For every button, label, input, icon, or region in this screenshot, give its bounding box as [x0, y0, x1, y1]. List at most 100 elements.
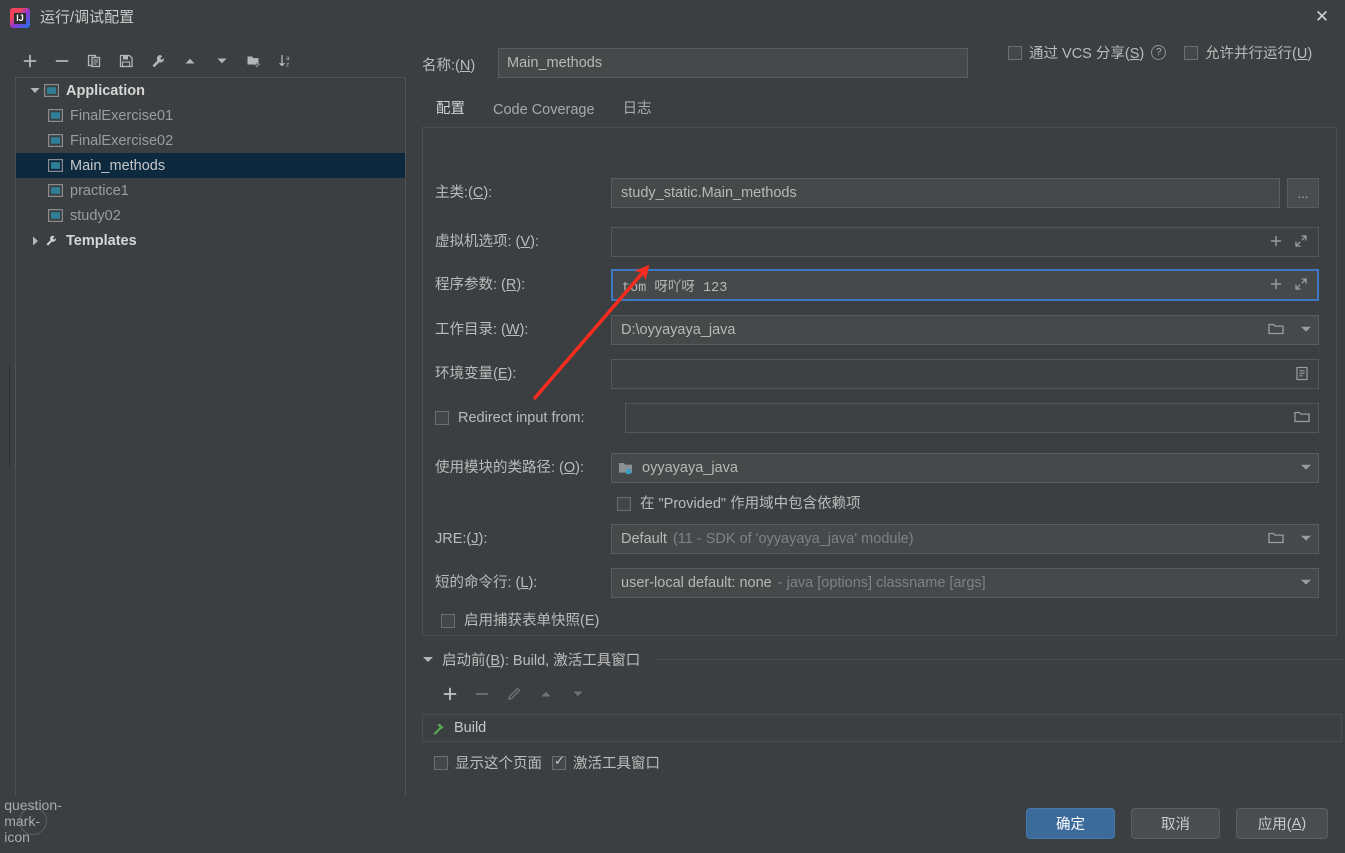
main-class-row: 主类:(C): study_static.Main_methods ... [423, 178, 1338, 208]
allow-parallel-run-checkbox[interactable] [1184, 45, 1198, 60]
program-arguments-row: 程序参数: (R): tom 呀吖呀 123 [423, 269, 1338, 301]
chevron-right-icon[interactable] [26, 236, 44, 246]
move-task-up-button[interactable] [530, 680, 562, 708]
share-vcs-checkbox[interactable] [1008, 45, 1022, 60]
environment-variables-list-edit-icon[interactable] [1287, 359, 1317, 387]
configurations-tree[interactable]: Application FinalExercise01 FinalExercise0… [15, 77, 406, 829]
activate-tool-window-checkbox-row[interactable]: 激活工具窗口 [552, 752, 660, 773]
arrow-down-icon[interactable] [206, 47, 238, 75]
remove-task-button[interactable] [466, 680, 498, 708]
before-launch-task-label: Build [454, 720, 487, 736]
tree-item-label: Templates [66, 232, 137, 249]
activate-tool-window-checkbox[interactable] [552, 754, 566, 770]
before-launch-options: 显示这个页面 激活工具窗口 [422, 752, 1342, 773]
browse-main-class-button[interactable]: ... [1287, 178, 1319, 208]
before-launch-header[interactable]: 启动前(B): Build, 激活工具窗口 [422, 649, 1342, 670]
tab-configuration[interactable]: 配置 [422, 97, 479, 129]
module-classpath-combo[interactable]: oyyayaya_java [611, 453, 1319, 483]
allow-parallel-run-label: 允许并行运行(U) [1205, 46, 1313, 62]
program-arguments-expand-icon[interactable] [1286, 270, 1316, 298]
tree-item-label: Application [66, 82, 145, 99]
close-icon[interactable]: ✕ [1299, 0, 1345, 34]
vm-options-input[interactable] [611, 227, 1319, 257]
redirect-input-folder-icon[interactable] [1287, 403, 1317, 431]
before-launch-title: 启动前(B): Build, 激活工具窗口 [442, 653, 641, 669]
tree-item-finalexercise01[interactable]: FinalExercise01 [16, 103, 405, 128]
tree-item-label: practice1 [70, 182, 129, 199]
remove-configuration-button[interactable] [46, 47, 78, 75]
run-debug-configurations-dialog: IJ 运行/调试配置 ✕ a z Application FinalExerci… [0, 0, 1345, 853]
main-class-label: 主类:(C): [435, 185, 493, 201]
cancel-button[interactable]: 取消 [1131, 808, 1220, 839]
show-page-checkbox-row[interactable]: 显示这个页面 [434, 752, 542, 773]
application-icon [48, 209, 70, 222]
share-vcs-checkbox-row[interactable]: 通过 VCS 分享(S) ? [1008, 42, 1167, 63]
jre-row: JRE:(J): Default (11 - SDK of 'oyyayaya_… [423, 524, 1338, 554]
working-directory-input[interactable]: D:\oyyayaya_java [611, 315, 1319, 345]
shorten-command-line-combo[interactable]: user-local default: none - java [options… [611, 568, 1319, 598]
tree-item-practice1[interactable]: practice1 [16, 178, 405, 203]
tab-logs[interactable]: 日志 [609, 97, 666, 128]
ok-button[interactable]: 确定 [1026, 808, 1115, 839]
include-provided-checkbox[interactable] [617, 497, 631, 511]
tab-code-coverage[interactable]: Code Coverage [479, 102, 609, 128]
application-icon [44, 84, 66, 97]
working-directory-chevron-down-icon[interactable] [1291, 315, 1321, 343]
allow-parallel-run-checkbox-row[interactable]: 允许并行运行(U) [1184, 42, 1312, 63]
before-launch-twisty-icon[interactable] [422, 655, 434, 664]
redirect-input-checkbox[interactable] [435, 411, 449, 425]
jre-combo[interactable]: Default (11 - SDK of 'oyyayaya_java' mod… [611, 524, 1319, 554]
save-icon[interactable] [110, 47, 142, 75]
wrench-icon [44, 234, 66, 247]
arrow-up-icon[interactable] [174, 47, 206, 75]
jre-chevron-down-icon[interactable] [1291, 524, 1321, 552]
program-arguments-input[interactable]: tom 呀吖呀 123 [611, 269, 1319, 301]
edit-task-button[interactable] [498, 680, 530, 708]
working-directory-row: 工作目录: (W): D:\oyyayaya_java [423, 315, 1338, 345]
sort-alpha-icon[interactable]: a z [270, 47, 302, 75]
include-provided-checkbox-row[interactable]: 在 "Provided" 作用域中包含依赖项 [617, 489, 861, 519]
apply-button[interactable]: 应用(A) [1236, 808, 1328, 839]
redirect-input-field[interactable] [625, 403, 1319, 433]
vm-options-expand-icon[interactable] [1286, 227, 1316, 255]
tree-item-study02[interactable]: study02 [16, 203, 405, 228]
before-launch-section: 启动前(B): Build, 激活工具窗口 Build 显示这个页面 ✓ 激活工… [422, 649, 1342, 773]
redirect-input-checkbox-row[interactable]: Redirect input from: [435, 403, 585, 433]
build-hammer-icon [431, 721, 446, 736]
configuration-form: 主类:(C): study_static.Main_methods ... 虚拟… [422, 128, 1337, 636]
wrench-icon[interactable] [142, 47, 174, 75]
shorten-command-line-row: 短的命令行: (L): user-local default: none - j… [423, 568, 1338, 598]
chevron-down-icon[interactable] [26, 87, 44, 94]
tree-item-templates[interactable]: Templates [16, 228, 405, 253]
add-configuration-button[interactable] [14, 47, 46, 75]
name-input[interactable] [498, 48, 968, 78]
show-page-checkbox[interactable] [434, 755, 448, 770]
tree-item-main-methods[interactable]: Main_methods [16, 153, 405, 178]
working-directory-folder-icon[interactable] [1261, 315, 1291, 343]
name-label: 名称:(N) [422, 58, 476, 74]
new-folder-icon[interactable] [238, 47, 270, 75]
capture-form-snapshots-checkbox-row[interactable]: 启用捕获表单快照(E) [441, 606, 599, 636]
shorten-command-line-chevron-down-icon[interactable] [1291, 568, 1321, 596]
editor-tabs: 配置 Code Coverage 日志 [422, 92, 1342, 129]
before-launch-task-list[interactable]: Build [422, 714, 1342, 742]
capture-form-snapshots-row[interactable]: 启用捕获表单快照(E) [423, 606, 1338, 630]
environment-variables-input[interactable] [611, 359, 1319, 389]
capture-form-snapshots-checkbox[interactable] [441, 614, 455, 628]
main-class-input[interactable]: study_static.Main_methods [611, 178, 1280, 208]
copy-icon[interactable] [78, 47, 110, 75]
tree-item-label: FinalExercise02 [70, 132, 174, 149]
tree-item-label: study02 [70, 207, 121, 224]
jre-folder-icon[interactable] [1261, 524, 1291, 552]
question-mark-icon[interactable]: question-mark-icon [4, 797, 62, 845]
jre-value: Default [621, 531, 667, 547]
question-mark-icon[interactable]: ? [1151, 45, 1167, 60]
module-classpath-chevron-down-icon[interactable] [1291, 453, 1321, 481]
add-task-button[interactable] [434, 680, 466, 708]
tree-item-application[interactable]: Application [16, 78, 405, 103]
move-task-down-button[interactable] [562, 680, 594, 708]
tree-item-finalexercise02[interactable]: FinalExercise02 [16, 128, 405, 153]
include-provided-row[interactable]: 在 "Provided" 作用域中包含依赖项 [423, 489, 1338, 513]
module-classpath-label: 使用模块的类路径: (O): [435, 460, 585, 476]
program-arguments-label: 程序参数: (R): [435, 277, 526, 293]
